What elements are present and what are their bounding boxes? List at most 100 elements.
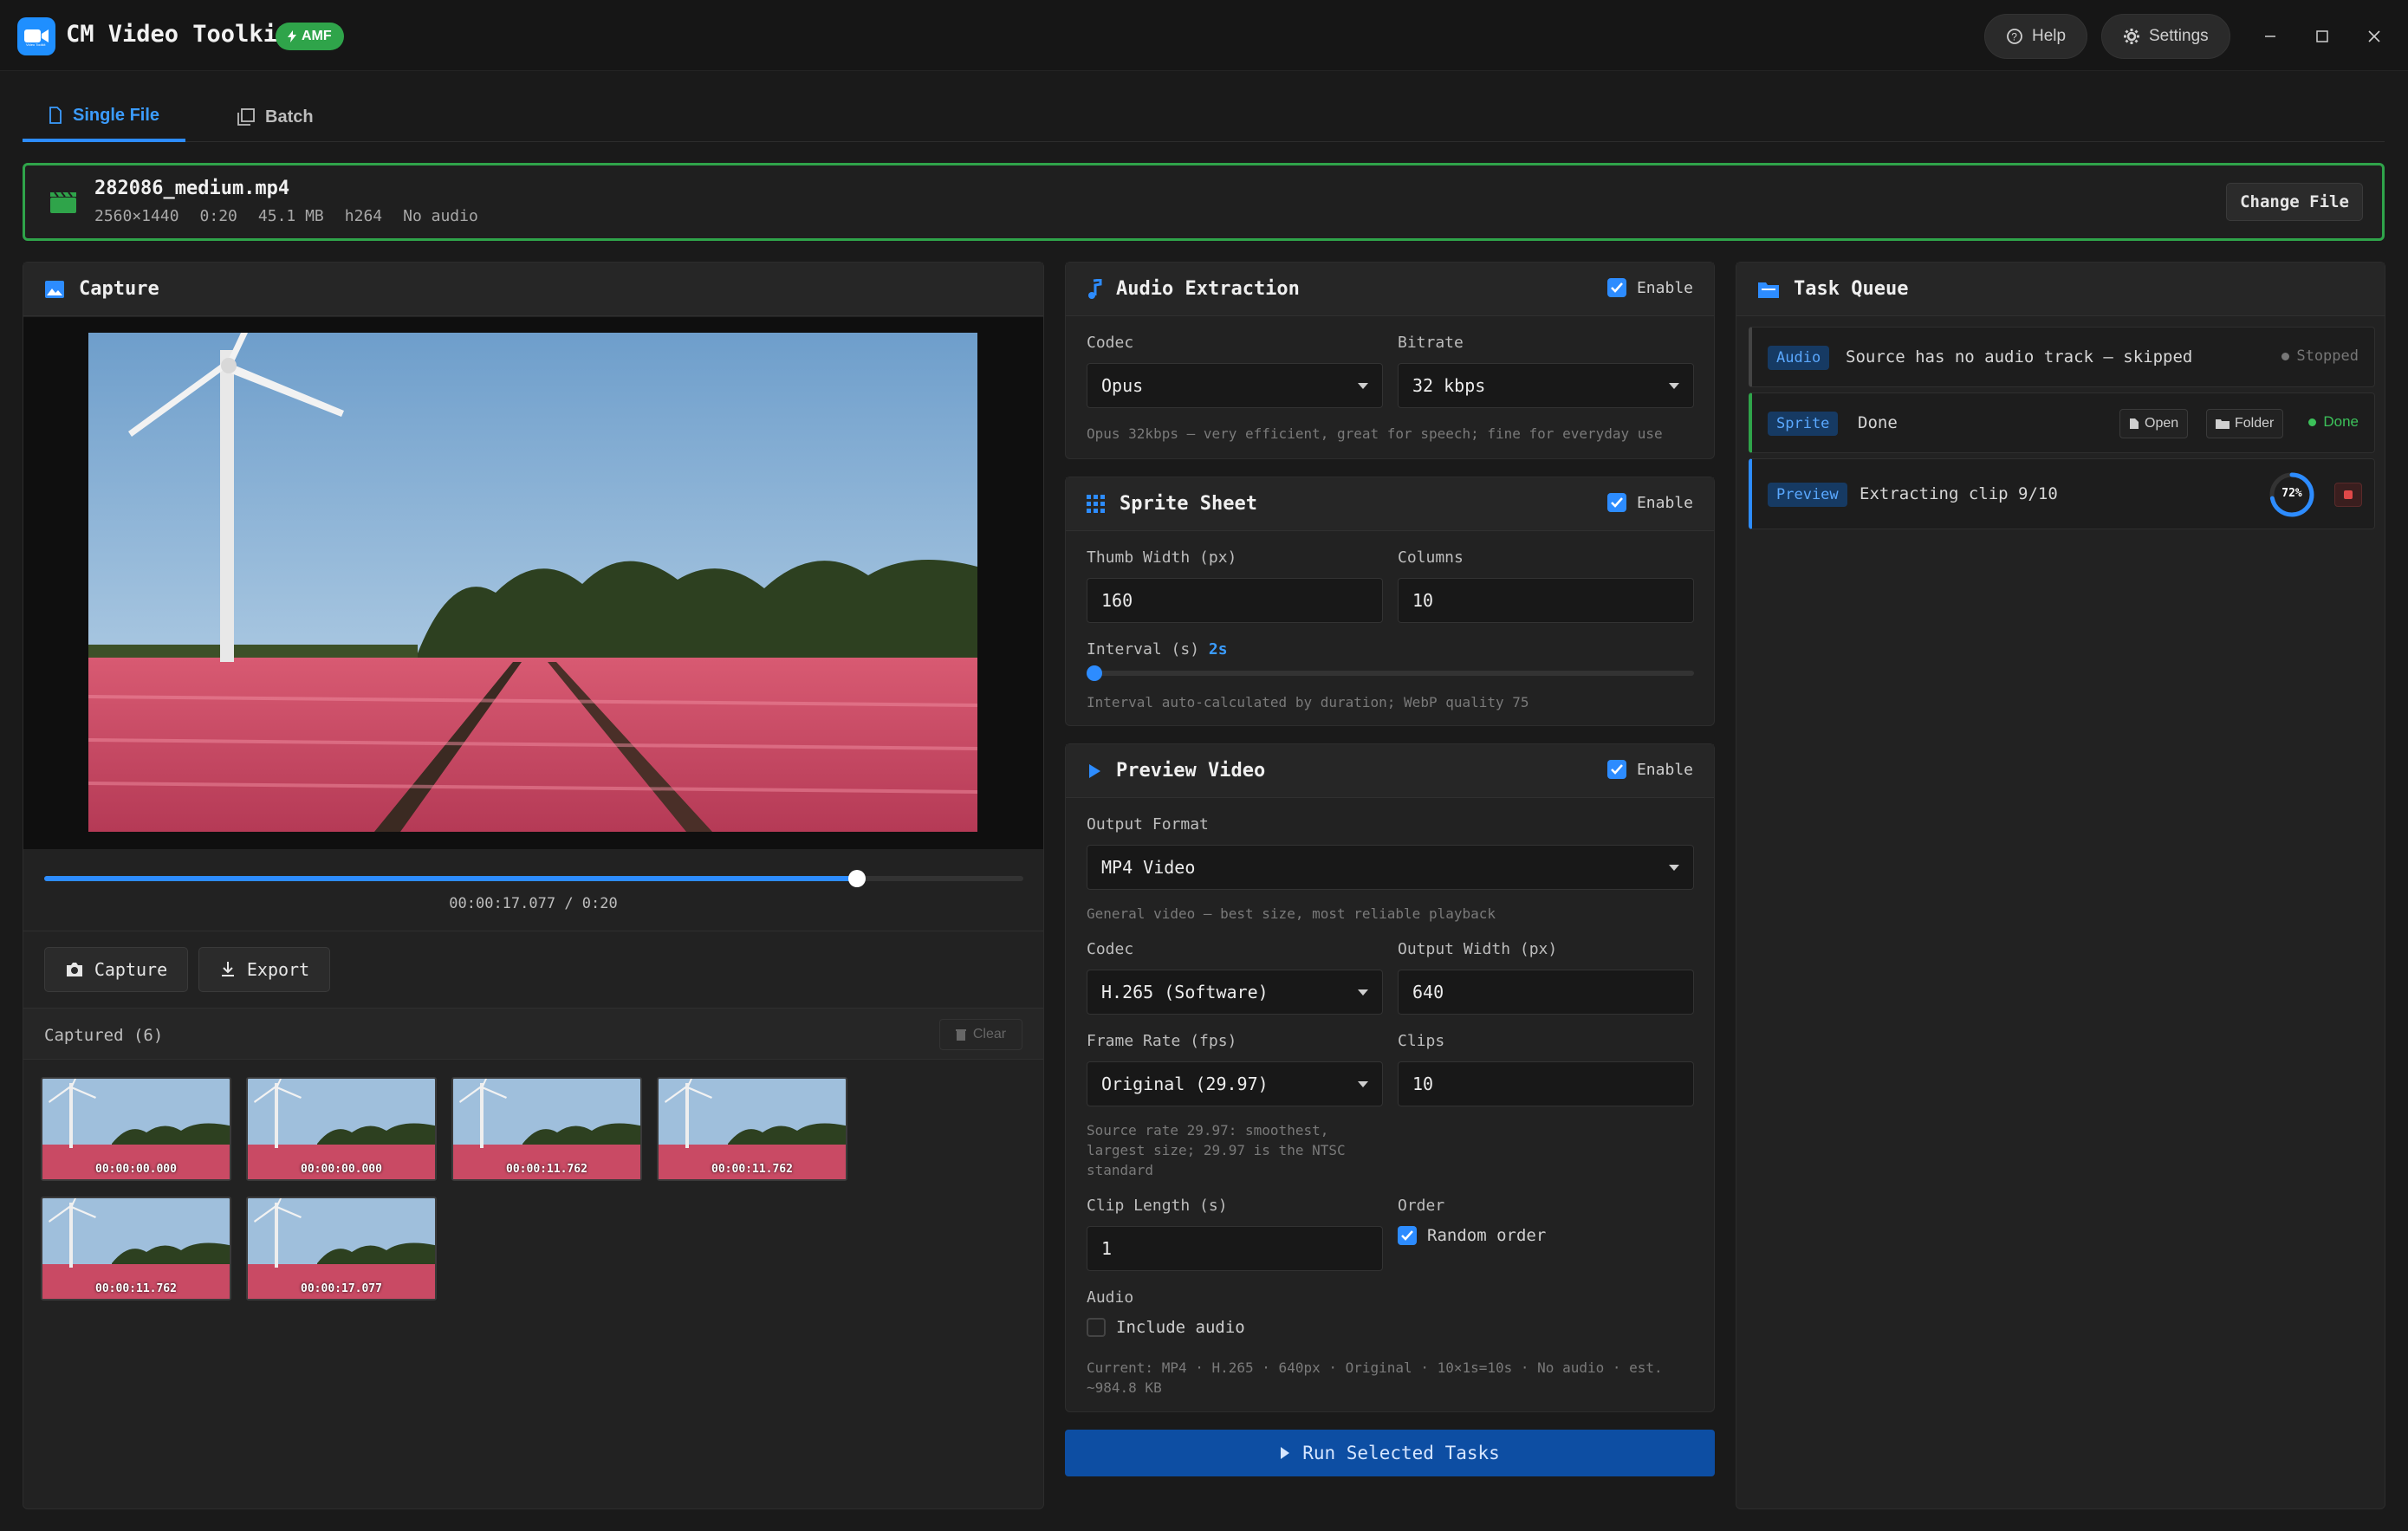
task-queue-title: Task Queue [1794,278,1909,300]
folder-button-label: Folder [2235,416,2275,431]
thumb-width-input[interactable]: 160 [1087,578,1383,623]
output-format-select[interactable]: MP4 Video [1087,845,1694,890]
interval-slider-handle[interactable] [1087,665,1102,681]
clips-input[interactable]: 10 [1398,1061,1694,1106]
download-icon [221,962,234,976]
folder-button[interactable]: Folder [2206,409,2284,438]
open-button-label: Open [2145,416,2179,431]
task-queue-header: Task Queue [1736,263,2385,316]
task-tag: Audio [1768,346,1830,370]
audio-label: Audio [1087,1288,1134,1307]
video-player[interactable] [23,317,1043,849]
video-codec-label: Codec [1087,940,1134,958]
tab-single-file-label: Single File [73,105,160,125]
captured-thumbnail[interactable]: 00:00:11.762 [41,1197,231,1301]
audio-enable-toggle[interactable]: Enable [1606,278,1693,297]
maximize-icon [2316,30,2328,42]
close-button[interactable] [2357,19,2392,54]
task-item-sprite: Sprite Done Open Folder Done [1749,392,2375,453]
audio-bitrate-select[interactable]: 32 kbps [1398,363,1694,408]
interval-label: Interval (s) 2s [1087,640,1228,658]
captured-count: Captured (6) [44,1026,164,1045]
checkbox-checked-icon[interactable] [1606,760,1626,779]
task-item-preview: Preview Extracting clip 9/10 72% [1749,458,2375,529]
checkbox-unchecked-icon[interactable] [1087,1318,1106,1337]
run-button-label: Run Selected Tasks [1302,1443,1500,1463]
settings-button[interactable]: Settings [2101,14,2230,59]
seek-bar[interactable] [44,870,1023,887]
columns-label: Columns [1398,548,1464,567]
task-text: Extracting clip 9/10 [1860,484,2058,503]
columns-input[interactable]: 10 [1398,578,1694,623]
include-audio-label: Include audio [1116,1318,1245,1337]
task-queue-panel: Task Queue Audio Source has no audio tra… [1736,262,2385,1509]
frame-rate-hint: Source rate 29.97: smoothest, largest si… [1087,1120,1346,1180]
audio-bitrate-label: Bitrate [1398,334,1464,352]
audio-codec-select[interactable]: Opus [1087,363,1383,408]
export-button[interactable]: Export [198,947,330,992]
tab-batch[interactable]: Batch [211,92,340,142]
capture-title: Capture [79,278,159,300]
random-order-toggle[interactable]: Random order [1398,1226,1546,1245]
preview-summary-line: Current: MP4 · H.265 · 640px · Original … [1087,1359,1663,1376]
timecode: 00:00:17.077 / 0:20 [449,895,618,912]
help-button[interactable]: ? Help [1984,14,2088,59]
captured-thumbnail[interactable]: 00:00:17.077 [246,1197,437,1301]
file-codec: h264 [344,207,383,225]
stop-task-button[interactable] [2334,483,2362,507]
capture-button[interactable]: Capture [44,947,188,992]
frame-rate-hint-line: Source rate 29.97: smoothest, [1087,1122,1329,1139]
capture-panel-header: Capture [23,263,1043,316]
audio-bitrate-value: 32 kbps [1412,375,1486,396]
captured-thumbnail[interactable]: 00:00:00.000 [41,1077,231,1181]
frame-rate-label: Frame Rate (fps) [1087,1032,1237,1050]
captured-thumbnail[interactable]: 00:00:11.762 [451,1077,642,1181]
grid-icon [1087,494,1105,513]
frame-rate-select[interactable]: Original (29.97) [1087,1061,1383,1106]
tab-batch-label: Batch [265,107,314,127]
clear-button[interactable]: Clear [939,1019,1022,1050]
maximize-button[interactable] [2305,19,2340,54]
video-codec-select[interactable]: H.265 (Software) [1087,970,1383,1015]
tab-single-file[interactable]: Single File [23,92,186,142]
chevron-down-icon [1669,383,1679,389]
minimize-button[interactable] [2253,19,2288,54]
file-audio: No audio [403,207,478,225]
output-width-input[interactable]: 640 [1398,970,1694,1015]
interval-slider[interactable] [1087,665,1694,681]
bolt-icon [288,30,296,42]
selected-file-bar: 282086_medium.mp4 2560×1440 0:20 45.1 MB… [23,163,2385,241]
capture-button-label: Capture [94,959,168,980]
sprite-enable-label: Enable [1636,493,1693,512]
file-meta: 2560×1440 0:20 45.1 MB h264 No audio [94,207,478,225]
run-selected-tasks-button[interactable]: Run Selected Tasks [1065,1430,1715,1476]
status-dot-icon [2308,418,2317,426]
seek-bar-handle[interactable] [847,870,866,887]
include-audio-toggle[interactable]: Include audio [1087,1318,1245,1337]
checkbox-checked-icon[interactable] [1398,1226,1417,1245]
interval-label-text: Interval (s) [1087,640,1200,658]
checkbox-checked-icon[interactable] [1606,278,1626,297]
preview-enable-toggle[interactable]: Enable [1606,760,1693,779]
title-bar: Video Toolkit CM Video Toolkit AMF ? Hel… [0,0,2408,71]
sprite-enable-toggle[interactable]: Enable [1606,493,1693,512]
thumbnail-timestamp: 00:00:11.762 [711,1163,793,1176]
clip-length-input[interactable]: 1 [1087,1226,1383,1271]
clear-button-label: Clear [972,1027,1007,1041]
settings-button-label: Settings [2149,27,2209,45]
sprite-sheet-panel: Sprite Sheet Enable Thumb Width (px) 160… [1065,477,1715,726]
audio-hint: Opus 32kbps — very efficient, great for … [1087,425,1663,442]
change-file-button[interactable]: Change File [2226,183,2363,221]
audio-codec-value: Opus [1101,375,1144,396]
capture-panel: Capture 00:00:17.077 / 0:20 Capture Expo… [23,262,1044,1509]
thumbnail-timestamp: 00:00:11.762 [95,1282,177,1295]
thumbnail-timestamp: 00:00:11.762 [506,1163,587,1176]
checkbox-checked-icon[interactable] [1606,493,1626,512]
status-dot-icon [2281,352,2290,360]
seek-bar-fill [44,876,857,881]
output-width-label: Output Width (px) [1398,940,1558,958]
open-button[interactable]: Open [2119,409,2189,438]
task-status: Stopped [2281,347,2359,365]
captured-thumbnail[interactable]: 00:00:11.762 [657,1077,847,1181]
captured-thumbnail[interactable]: 00:00:00.000 [246,1077,437,1181]
